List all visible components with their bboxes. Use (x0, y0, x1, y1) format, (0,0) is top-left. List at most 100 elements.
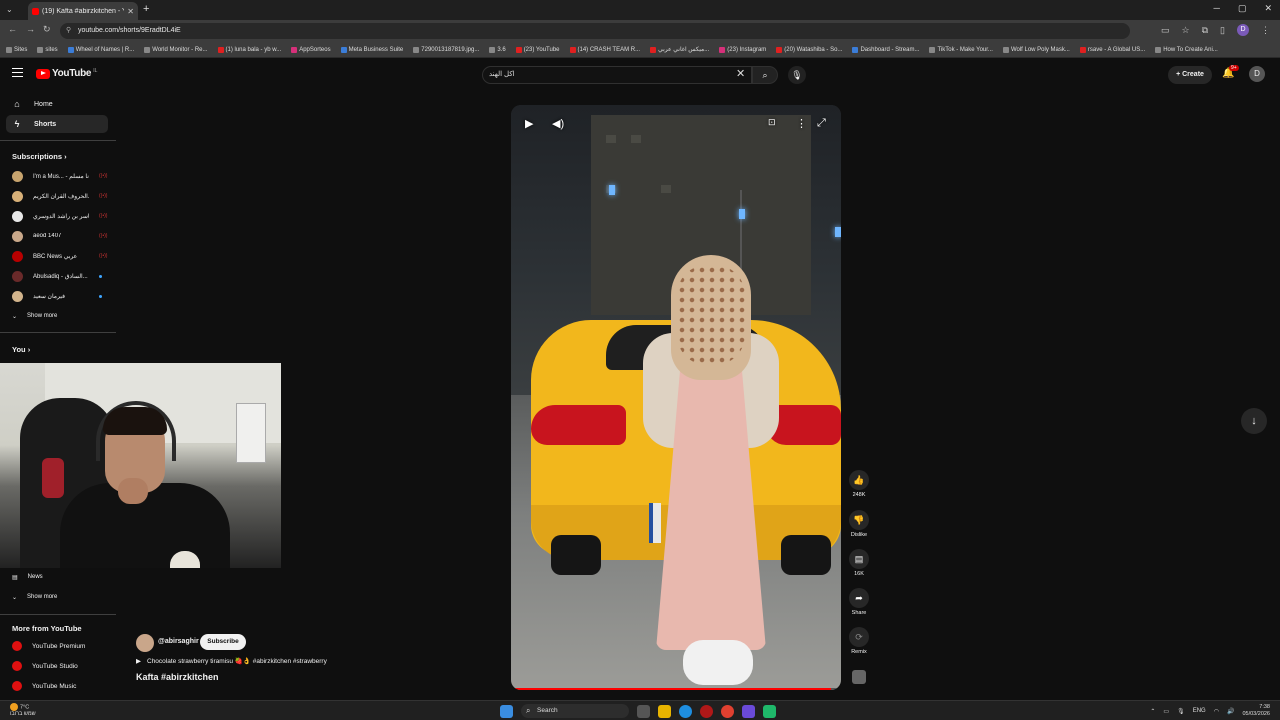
bookmark-favicon-icon (6, 46, 12, 53)
tray-mic-icon[interactable]: 🎙 (1177, 708, 1185, 715)
live-icon: ((•)) (99, 253, 108, 259)
site-info-icon[interactable]: ⚲ (66, 23, 71, 39)
app-red-icon[interactable] (700, 704, 713, 718)
bookmark-item[interactable]: 7290013187819.jpg... (413, 46, 479, 53)
subscription-item[interactable]: فيرمان سعيد (12, 289, 108, 303)
bookmark-item[interactable]: 3.6 (489, 46, 506, 53)
more-from-item[interactable]: YouTube Premium (12, 639, 108, 653)
sidebar-item-home[interactable]: ⌂ Home (6, 95, 108, 113)
wifi-icon[interactable]: ◠ (1214, 708, 1219, 715)
bookmark-item[interactable]: Wolf Low Poly Mask... (1002, 46, 1070, 53)
address-bar[interactable]: ⚲ youtube.com/shorts/9EradtDL4iE (60, 23, 1130, 39)
close-window-icon[interactable]: ✕ (1264, 3, 1272, 14)
more-options-icon[interactable]: ⋮ (796, 117, 807, 130)
video-progress-bar[interactable] (511, 688, 841, 690)
bookmark-star-icon[interactable]: ☆ (1182, 25, 1190, 36)
volume-icon[interactable]: ◀) (552, 117, 564, 130)
subscription-item[interactable]: I'm a Mus... - انا مسلم ((•)) (12, 169, 108, 183)
bookmark-item[interactable]: World Monitor - Re... (144, 46, 208, 53)
bookmark-item[interactable]: Wheel of Names | R... (67, 46, 134, 53)
bookmark-item[interactable]: (23) YouTube (515, 46, 560, 53)
bookmark-item[interactable]: (1) luna bala - yb w... (217, 46, 281, 53)
more-from-item[interactable]: YouTube Music (12, 679, 108, 693)
profile-avatar[interactable]: D (1237, 24, 1249, 36)
close-tab-icon[interactable]: ✕ (127, 7, 134, 16)
youtube-logo[interactable]: YouTube IL (36, 68, 97, 79)
next-short-button[interactable]: ↓ (1241, 408, 1267, 434)
chrome-icon[interactable] (721, 704, 734, 718)
windows-start-icon[interactable] (500, 704, 513, 718)
sidebar-item-shorts[interactable]: ϟ Shorts (6, 115, 108, 133)
new-tab-icon[interactable]: + (143, 3, 149, 15)
tab-search-icon[interactable]: ⌄ (6, 5, 13, 14)
clear-search-icon[interactable]: ✕ (736, 67, 745, 80)
create-button[interactable]: + Create (1168, 66, 1212, 84)
remix-action[interactable]: ⟳ Remix (846, 627, 872, 655)
search-input[interactable]: اكل الهند (482, 66, 752, 84)
extensions-icon[interactable]: ⧉ (1202, 25, 1208, 36)
subscription-item[interactable]: BBC News عربي ((•)) (12, 249, 108, 263)
bookmark-item[interactable]: rsave - A Global US... (1079, 46, 1145, 53)
subscription-item[interactable]: ياسر بن راشد الدوسري ((•)) (12, 209, 108, 223)
subscriptions-heading[interactable]: Subscriptions › (12, 152, 67, 161)
bookmark-item[interactable]: TikTok - Make Your... (929, 46, 993, 53)
bookmark-item[interactable]: sites (37, 46, 58, 53)
captions-icon[interactable]: ⊡ (768, 117, 776, 128)
minimize-icon[interactable]: ─ (1214, 3, 1220, 14)
play-icon[interactable]: ▶ (525, 117, 533, 130)
more-from-item[interactable]: YouTube Studio (12, 659, 108, 673)
share-action[interactable]: ➦ Share (846, 588, 872, 616)
subscription-item[interactable]: Abulsadiq - السادق... (12, 269, 108, 283)
shorts-video-player[interactable]: ▶ ◀) ⊡ ⋮ ⤢ (511, 105, 841, 690)
music-line[interactable]: ▶ Chocolate strawberry tiramisu 🍓👌 #abir… (136, 657, 327, 665)
show-more-subscriptions[interactable]: ⌄ Show more (12, 309, 108, 323)
voice-search-button[interactable]: 🎙 (788, 66, 806, 84)
tray-app-icon[interactable]: ▭ (1163, 708, 1169, 715)
like-action[interactable]: 👍 248K (846, 470, 872, 498)
volume-tray-icon[interactable]: 🔊 (1227, 708, 1234, 715)
bookmark-item[interactable]: (23) Instagram (719, 46, 766, 53)
you-heading[interactable]: You › (12, 345, 30, 354)
browser-menu-icon[interactable]: ⋮ (1261, 25, 1270, 36)
search-button[interactable]: ⌕ (752, 66, 778, 84)
channel-avatar[interactable] (136, 634, 154, 652)
bookmark-item[interactable]: Meta Business Suite (340, 46, 403, 53)
task-view-icon[interactable] (637, 704, 650, 718)
sidebar-item-news[interactable]: ▤ News (12, 570, 108, 584)
reload-icon[interactable]: ↻ (43, 24, 51, 35)
dislike-action[interactable]: 👎 Dislike (846, 510, 872, 538)
bookmark-label: World Monitor - Re... (152, 46, 208, 53)
maximize-icon[interactable]: ▢ (1238, 3, 1247, 14)
menu-icon[interactable] (12, 68, 23, 77)
bookmark-item[interactable]: ميكس اغاني عربي... (650, 46, 709, 53)
bookmark-item[interactable]: How To Create Ani... (1155, 46, 1218, 53)
file-explorer-icon[interactable] (658, 704, 671, 718)
subscription-item[interactable]: الحروف القرآن الكريم... ((•)) (12, 189, 108, 203)
back-icon[interactable]: ← (8, 24, 17, 34)
bookmark-item[interactable]: Dashboard - Stream... (852, 46, 919, 53)
taskbar-search[interactable]: Search (521, 704, 629, 718)
fullscreen-icon[interactable]: ⤢ (817, 117, 826, 130)
tray-chevron-icon[interactable]: ⌃ (1150, 708, 1155, 715)
forward-icon[interactable]: → (26, 24, 35, 34)
language-indicator[interactable]: ENG (1193, 708, 1206, 714)
subscribe-button[interactable]: Subscribe (200, 634, 246, 650)
discord-icon[interactable] (742, 704, 755, 718)
bookmark-item[interactable]: AppSorteos (291, 46, 331, 53)
sidepanel-icon[interactable]: ▯ (1220, 25, 1225, 36)
cast-icon[interactable]: ▭ (1161, 25, 1170, 36)
edge-icon[interactable] (679, 704, 692, 718)
comment-action[interactable]: ▤ 16K (846, 549, 872, 577)
clock[interactable]: 7:38 05/03/2026 (1242, 704, 1270, 718)
account-avatar[interactable]: D (1249, 66, 1265, 82)
channel-handle[interactable]: @abirsaghir (158, 638, 199, 645)
green-app-icon[interactable] (763, 704, 776, 718)
subscription-item[interactable]: aeod 1407 ((•)) (12, 229, 108, 243)
bookmark-item[interactable]: (20) Watashiba - So... (776, 46, 842, 53)
weather-widget[interactable]: 7°C שמש ברובו (10, 703, 36, 718)
sound-thumbnail[interactable] (846, 670, 872, 684)
bookmark-item[interactable]: (14) CRASH TEAM R... (569, 46, 640, 53)
show-more-explore[interactable]: ⌄ Show more (12, 590, 108, 604)
browser-tab[interactable]: (19) Kafta #abirzkitchen - Yo ✕ (28, 2, 138, 20)
bookmark-item[interactable]: Sites (6, 46, 27, 53)
